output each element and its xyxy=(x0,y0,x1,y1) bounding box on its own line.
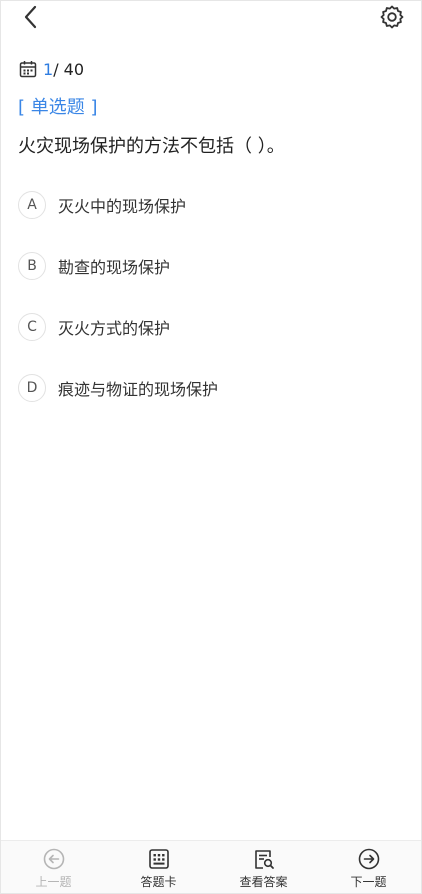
option-letter: B xyxy=(18,252,46,280)
option-letter: C xyxy=(18,313,46,341)
progress-current: 1 xyxy=(43,59,54,79)
calendar-icon xyxy=(19,61,37,78)
arrow-left-circle-icon xyxy=(43,848,64,870)
view-answer-label: 查看答案 xyxy=(239,875,288,889)
option-text: 灭火中的现场保护 xyxy=(58,197,187,216)
top-bar xyxy=(1,1,421,35)
document-search-icon xyxy=(254,850,274,869)
option-letter: D xyxy=(18,374,46,402)
bottom-nav: 上一题 答题卡 查看答案 下一题 xyxy=(1,840,421,893)
option-c[interactable]: C 灭火方式的保护 xyxy=(18,309,408,345)
question-text: 火灾现场保护的方法不包括（ ）。 xyxy=(18,136,285,157)
grid-card-icon xyxy=(148,849,169,869)
option-text: 灭火方式的保护 xyxy=(58,319,171,338)
answer-card-button[interactable]: 答题卡 xyxy=(106,841,211,893)
back-button[interactable] xyxy=(19,4,43,30)
option-list: A 灭火中的现场保护 B 勘查的现场保护 C 灭火方式的保护 D 痕迹与物证的现… xyxy=(18,187,408,431)
option-text: 痕迹与物证的现场保护 xyxy=(58,380,219,399)
gear-icon xyxy=(380,5,404,29)
option-letter: A xyxy=(18,191,46,219)
view-answer-button[interactable]: 查看答案 xyxy=(211,841,316,893)
quiz-screen: 1 / 40 [ 单选题 ] 火灾现场保护的方法不包括（ ）。 A 灭火中的现场… xyxy=(0,0,422,894)
answer-card-label: 答题卡 xyxy=(140,875,177,889)
prev-question-label: 上一题 xyxy=(35,875,72,889)
next-question-button[interactable]: 下一题 xyxy=(316,841,421,893)
next-question-label: 下一题 xyxy=(350,875,387,889)
chevron-left-icon xyxy=(24,5,37,29)
progress-total: / 40 xyxy=(53,59,85,79)
option-b[interactable]: B 勘查的现场保护 xyxy=(18,248,408,284)
option-a[interactable]: A 灭火中的现场保护 xyxy=(18,187,408,223)
prev-question-button[interactable]: 上一题 xyxy=(1,841,106,893)
question-progress: 1 / 40 xyxy=(19,58,84,80)
question-type-label: [ 单选题 ] xyxy=(18,97,98,118)
option-text: 勘查的现场保护 xyxy=(58,258,171,277)
settings-button[interactable] xyxy=(379,4,405,30)
option-d[interactable]: D 痕迹与物证的现场保护 xyxy=(18,370,408,406)
arrow-right-circle-icon xyxy=(358,848,379,870)
